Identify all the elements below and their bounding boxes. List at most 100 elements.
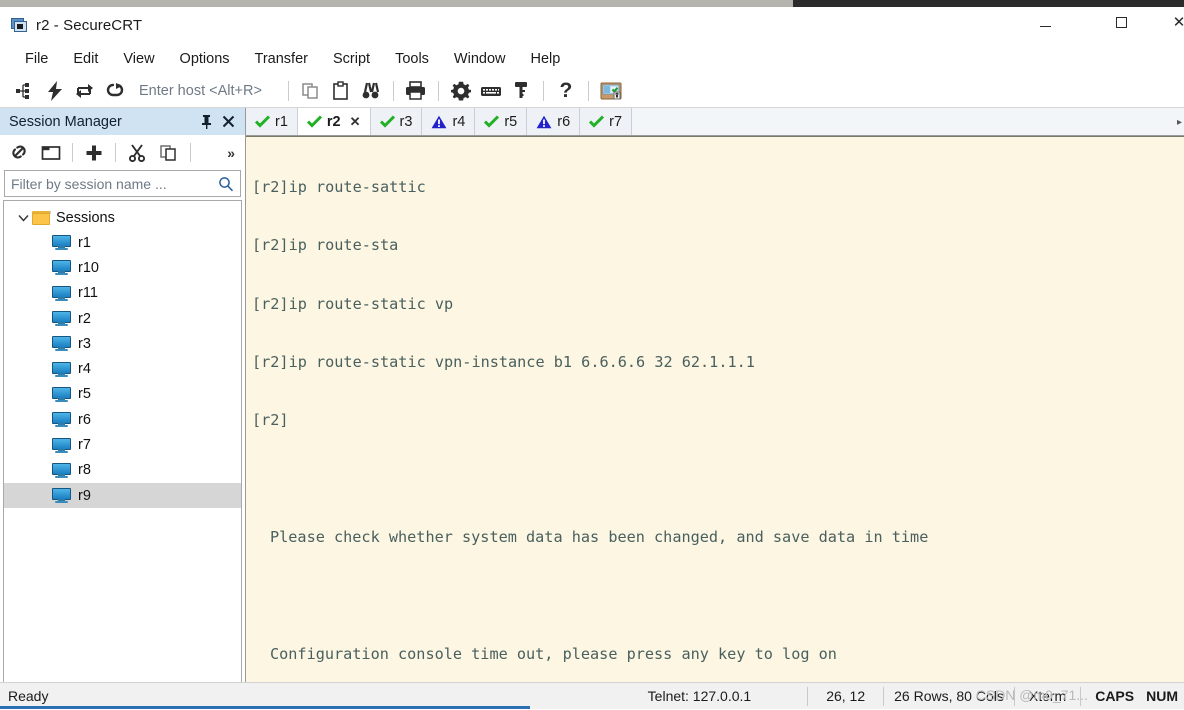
toolbar-separator-1 [287, 80, 289, 101]
help-icon[interactable]: ? [551, 77, 581, 105]
check-icon [255, 115, 270, 128]
tab-close-icon[interactable]: ✕ [350, 114, 361, 130]
terminal-line: [r2]ip route-static vpn-instance b1 6.6.… [252, 352, 755, 371]
tab-r1[interactable]: r1 [246, 108, 298, 135]
gear-icon[interactable] [446, 77, 476, 105]
session-item-label: r7 [78, 437, 91, 454]
monitor-icon [52, 311, 71, 327]
tab-label: r7 [609, 113, 623, 130]
monitor-icon [52, 437, 71, 453]
reconnect-icon[interactable] [70, 77, 100, 105]
tab-r3[interactable]: r3 [370, 108, 423, 135]
menu-script[interactable]: Script [322, 48, 381, 70]
session-item-r11[interactable]: r11 [4, 281, 241, 306]
print-icon[interactable] [401, 77, 431, 105]
copy-icon[interactable] [296, 77, 326, 105]
find-icon[interactable] [356, 77, 386, 105]
tab-r2[interactable]: r2 ✕ [297, 108, 371, 135]
session-item-label: r6 [78, 411, 91, 428]
host-entry-field[interactable]: Enter host <Alt+R> [139, 83, 262, 99]
tab-label: r5 [504, 113, 518, 130]
warning-icon [432, 115, 447, 128]
disconnect-icon[interactable] [100, 77, 130, 105]
session-filter-placeholder: Filter by session name ... [11, 175, 167, 192]
session-manager-overflow-button[interactable]: » [227, 145, 241, 161]
monitor-icon [52, 336, 71, 352]
pin-icon[interactable] [195, 111, 217, 133]
session-item-r10[interactable]: r10 [4, 255, 241, 280]
paste-icon[interactable] [326, 77, 356, 105]
session-item-label: r8 [78, 462, 91, 479]
status-caps-indicator: CAPS [1095, 688, 1135, 704]
session-item-r9[interactable]: r9 [4, 482, 241, 509]
quick-connect-icon[interactable] [40, 77, 70, 105]
terminal-line: Please check whether system data has bee… [270, 528, 929, 547]
securecrt-window: r2 - SecureCRT ✕ File Edit View Options … [0, 7, 1184, 709]
securecrt-icon [11, 18, 28, 33]
tab-r7[interactable]: r7 [580, 108, 633, 135]
sm-toolbar-separator-2 [115, 143, 116, 162]
maximize-icon [1115, 17, 1127, 28]
chevron-down-icon[interactable] [16, 214, 30, 222]
window-title: r2 - SecureCRT [36, 17, 143, 34]
connect-icon[interactable] [10, 77, 40, 105]
search-icon[interactable] [218, 176, 240, 192]
close-icon: ✕ [1172, 14, 1184, 31]
session-item-label: r9 [78, 487, 91, 504]
tab-r4[interactable]: r4 [422, 108, 476, 135]
close-window-button[interactable]: ✕ [1156, 7, 1184, 38]
tab-label: r2 [326, 113, 341, 130]
session-tree[interactable]: Sessions r1 r10 r11 r2 r3 r4 r5 r6 r7 r8… [3, 200, 242, 682]
session-item-r5[interactable]: r5 [4, 382, 241, 407]
session-item-r4[interactable]: r4 [4, 356, 241, 381]
menu-help[interactable]: Help [520, 48, 572, 70]
terminal-line: [r2]ip route-sta [252, 236, 399, 255]
key-icon[interactable] [506, 77, 536, 105]
tab-scroll-right-icon[interactable]: ▸ [1177, 108, 1182, 136]
sm-toolbar-separator-3 [190, 143, 191, 162]
toolbar-separator-4 [542, 80, 544, 101]
session-item-label: r4 [78, 361, 91, 378]
session-options-icon[interactable] [596, 77, 626, 105]
menu-tools[interactable]: Tools [384, 48, 440, 70]
menu-transfer[interactable]: Transfer [244, 48, 319, 70]
tab-label: r4 [452, 113, 466, 130]
session-filter-input[interactable]: Filter by session name ... [4, 170, 241, 197]
menu-options[interactable]: Options [169, 48, 241, 70]
session-item-r1[interactable]: r1 [4, 230, 241, 255]
close-panel-icon[interactable] [217, 111, 239, 133]
copy-session-icon[interactable] [154, 139, 184, 167]
new-tab-icon[interactable] [36, 139, 66, 167]
menu-window[interactable]: Window [443, 48, 517, 70]
toolbar-separator-2 [392, 80, 394, 101]
terminal-output[interactable]: [r2]ip route-sattic [r2]ip route-sta [r2… [246, 136, 1184, 682]
session-item-label: r1 [78, 234, 91, 251]
menu-view[interactable]: View [112, 48, 165, 70]
session-item-r6[interactable]: r6 [4, 407, 241, 432]
session-item-r8[interactable]: r8 [4, 458, 241, 483]
terminal-line: [r2]ip route-sattic [252, 177, 426, 196]
status-bar: Ready Telnet: 127.0.0.1 26, 12 26 Rows, … [0, 682, 1184, 709]
monitor-icon [52, 462, 71, 478]
status-dimensions: 26 Rows, 80 Cols [894, 688, 1004, 704]
monitor-icon [52, 285, 71, 301]
session-item-r3[interactable]: r3 [4, 331, 241, 356]
connect-session-icon[interactable] [4, 139, 34, 167]
keyboard-icon[interactable] [476, 77, 506, 105]
session-item-r2[interactable]: r2 [4, 306, 241, 331]
session-item-label: r2 [78, 310, 91, 327]
session-tree-root[interactable]: Sessions [4, 205, 241, 230]
toolbar-separator-3 [437, 80, 439, 101]
cut-icon[interactable] [122, 139, 152, 167]
menu-edit[interactable]: Edit [62, 48, 109, 70]
session-item-label: r5 [78, 386, 91, 403]
tab-r6[interactable]: r6 [527, 108, 581, 135]
menu-file[interactable]: File [14, 48, 59, 70]
new-session-icon[interactable] [79, 139, 109, 167]
minimize-button[interactable] [1022, 7, 1068, 38]
maximize-button[interactable] [1098, 7, 1144, 38]
session-item-r7[interactable]: r7 [4, 432, 241, 457]
tab-r5[interactable]: r5 [475, 108, 528, 135]
check-icon [484, 115, 500, 128]
